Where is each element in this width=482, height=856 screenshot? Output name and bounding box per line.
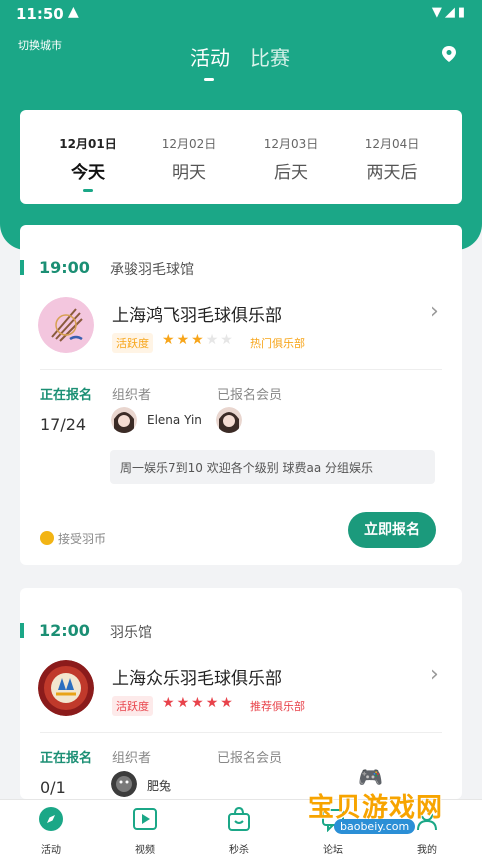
watermark-url: baobeiy.com <box>334 819 416 834</box>
nav-item-activities[interactable]: 活动 <box>16 806 86 856</box>
club-logo[interactable] <box>38 660 94 716</box>
date-tab-day-after[interactable]: 12月03日 后天 <box>251 135 331 183</box>
organizer-name: Elena Yin <box>147 413 202 427</box>
coin-accepted: 接受羽币 <box>40 530 106 547</box>
star-icon: ★ <box>176 332 192 348</box>
wifi-icon: ▼ <box>431 5 445 20</box>
date-text: 12月04日 <box>364 137 420 151</box>
signup-status: 正在报名 <box>40 388 93 403</box>
date-selector: 12月01日 今天 12月02日 明天 12月03日 后天 12月04日 两天后 <box>20 110 462 204</box>
star-icon: ★ <box>205 695 221 711</box>
star-rating: ★★★★★ <box>162 332 235 348</box>
date-tab-two-days-later[interactable]: 12月04日 两天后 <box>352 135 432 183</box>
tab-matches[interactable]: 比赛 <box>250 42 290 71</box>
coin-text: 接受羽币 <box>58 532 107 546</box>
star-icon: ★ <box>191 695 206 711</box>
date-tab-tomorrow[interactable]: 12月02日 明天 <box>149 135 229 183</box>
date-text: 12月02日 <box>161 137 217 151</box>
divider <box>40 369 442 370</box>
event-description: 周一娱乐7到10 欢迎各个级别 球费aa 分组娱乐 <box>110 450 435 484</box>
members-label: 已报名会员 <box>217 388 283 403</box>
club-name[interactable]: 上海众乐羽毛球俱乐部 <box>112 664 282 689</box>
nav-item-videos[interactable]: 视频 <box>110 806 180 856</box>
club-logo[interactable] <box>38 297 94 353</box>
signup-button[interactable]: 立即报名 <box>348 512 436 548</box>
coin-icon <box>40 531 54 545</box>
club-name[interactable]: 上海鸿飞羽毛球俱乐部 <box>112 301 282 326</box>
day-label: 明天 <box>172 163 206 183</box>
star-icon: ★ <box>220 695 235 711</box>
signup-status: 正在报名 <box>40 751 93 766</box>
event-card[interactable]: 19:00 承骏羽毛球馆 上海鸿飞羽毛球俱乐部 › 活跃度 ★★★★★ 热门俱乐… <box>20 225 462 565</box>
signup-count: 17/24 <box>40 415 87 434</box>
activity-tag: 活跃度 <box>112 333 153 353</box>
divider <box>40 732 442 733</box>
shopping-bag-icon <box>228 806 250 831</box>
date-text: 12月01日 <box>59 137 117 151</box>
active-indicator <box>83 189 93 192</box>
star-icon: ★ <box>162 332 177 348</box>
compass-icon <box>39 807 63 831</box>
organizer-avatar[interactable] <box>111 771 137 797</box>
date-text: 12月03日 <box>263 137 319 151</box>
watermark: 🎮 宝贝游戏网 baobeiy.com <box>300 765 470 847</box>
city-switch-button[interactable]: 切换城市 <box>18 37 62 53</box>
day-label: 今天 <box>71 163 105 183</box>
chevron-right-icon[interactable]: › <box>430 299 439 324</box>
event-venue: 承骏羽毛球馆 <box>110 262 194 278</box>
organizer-label: 组织者 <box>112 388 152 403</box>
star-rating: ★★★★★ <box>162 695 235 711</box>
star-icon: ★ <box>205 332 221 348</box>
organizer-name: 肥兔 <box>147 779 172 793</box>
warning-icon: ▲ <box>68 4 79 20</box>
signup-count: 0/1 <box>40 778 66 797</box>
nav-label: 秒杀 <box>229 845 249 856</box>
day-label: 两天后 <box>366 163 418 183</box>
member-avatar[interactable] <box>216 407 242 433</box>
club-tag: 热门俱乐部 <box>250 337 305 350</box>
status-bar: 11:50 ▲ ▼◢▮ <box>0 0 482 28</box>
date-tab-today[interactable]: 12月01日 今天 <box>48 135 128 192</box>
members-label: 已报名会员 <box>217 751 283 766</box>
status-time: 11:50 <box>16 5 64 23</box>
time-accent-bar <box>20 260 24 275</box>
time-accent-bar <box>20 623 24 638</box>
top-tabs: 活动 比赛 <box>190 42 290 81</box>
club-tag: 推荐俱乐部 <box>250 700 305 713</box>
star-icon: ★ <box>191 332 206 348</box>
event-time: 12:00 <box>39 621 90 640</box>
location-pin-icon[interactable] <box>441 46 457 62</box>
event-time: 19:00 <box>39 258 90 277</box>
star-icon: ★ <box>176 695 192 711</box>
nav-label: 活动 <box>41 845 61 856</box>
star-icon: ★ <box>162 695 177 711</box>
nav-label: 视频 <box>135 845 155 856</box>
activity-tag: 活跃度 <box>112 696 153 716</box>
tab-activities[interactable]: 活动 <box>190 42 230 81</box>
organizer-avatar[interactable] <box>111 407 137 433</box>
event-venue: 羽乐馆 <box>110 625 152 641</box>
video-icon <box>133 808 157 830</box>
signal-icon: ◢ <box>444 5 458 20</box>
system-icons: ▼◢▮ <box>432 5 468 20</box>
nav-item-flash-sale[interactable]: 秒杀 <box>204 806 274 856</box>
organizer-label: 组织者 <box>112 751 152 766</box>
day-label: 后天 <box>274 163 308 183</box>
battery-icon: ▮ <box>457 5 468 20</box>
gamepad-icon: 🎮 <box>358 765 383 789</box>
chevron-right-icon[interactable]: › <box>430 662 439 687</box>
star-icon: ★ <box>220 332 235 348</box>
